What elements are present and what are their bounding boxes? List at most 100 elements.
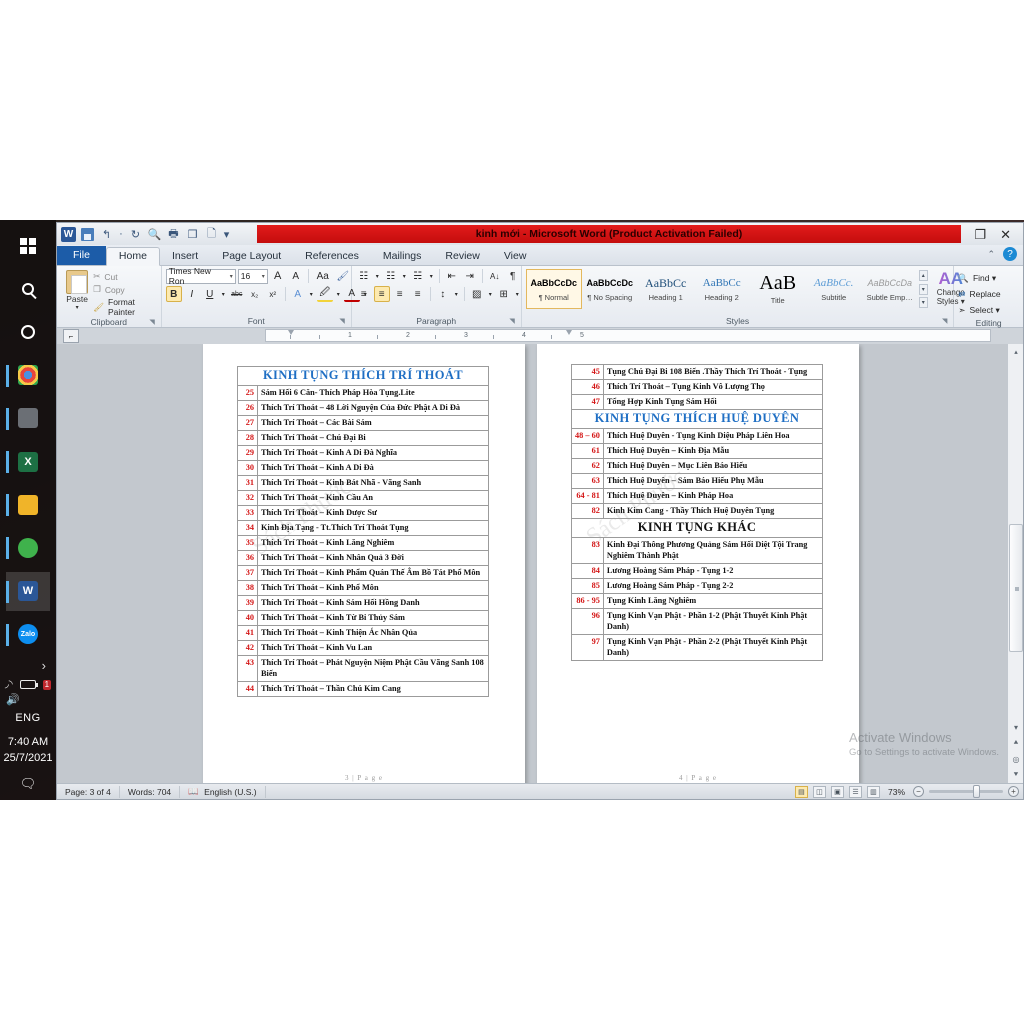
tab-file[interactable]: File <box>57 245 106 265</box>
left-indent-marker[interactable] <box>288 330 295 341</box>
table-row[interactable]: 46 Thích Trí Thoát – Tụng Kinh Vô Lượng T… <box>571 379 824 395</box>
zoom-out-button[interactable]: − <box>913 786 924 797</box>
borders-button[interactable]: ⊞ <box>496 286 512 302</box>
outline-view-button[interactable]: ☰ <box>848 785 862 798</box>
table-row[interactable]: 34 Kinh Địa Tạng - Tt.Thích Trí Thoát Tụn… <box>237 520 489 536</box>
highlight-button[interactable]: 🖉 <box>316 286 333 302</box>
table-row[interactable]: 48 – 60 Thích Huệ Duyên - Tụng Kinh Diệu … <box>571 428 824 444</box>
format-painter-button[interactable]: 🖌 Format Painter <box>93 297 157 317</box>
italic-button[interactable]: I <box>184 286 200 302</box>
tab-page-layout[interactable]: Page Layout <box>210 248 293 266</box>
clock-date[interactable]: 25/7/2021 <box>4 750 53 766</box>
style-title[interactable]: AaB Title <box>750 269 806 309</box>
decrease-indent-button[interactable]: ⇤ <box>444 268 460 284</box>
align-right-button[interactable]: ≡ <box>392 286 408 302</box>
search-icon[interactable] <box>6 269 50 308</box>
cortana-icon[interactable] <box>6 312 50 351</box>
coccoc-icon[interactable] <box>6 399 50 438</box>
underline-dropdown-icon[interactable]: ▾ <box>220 286 227 302</box>
bullets-dropdown-icon[interactable]: ▾ <box>374 268 381 284</box>
status-language[interactable]: English (U.S.) <box>204 787 256 797</box>
table-row[interactable]: 42 Thích Trí Thoát – Kinh Vu Lan <box>237 640 489 656</box>
unikey-icon[interactable] <box>6 528 50 567</box>
toc-table-right[interactable]: 45 Tụng Chú Đại Bi 108 Biến .Thầy Thích T… <box>571 364 824 661</box>
excel-icon[interactable]: X <box>6 442 50 481</box>
multilevel-dropdown-icon[interactable]: ▾ <box>428 268 435 284</box>
close-button[interactable]: ✕ <box>1000 228 1011 241</box>
horizontal-ruler[interactable]: 1 2 3 4 5 <box>265 329 991 342</box>
right-indent-marker[interactable] <box>566 330 573 341</box>
style-heading-2[interactable]: AaBbCc Heading 2 <box>694 269 750 309</box>
zoom-slider[interactable] <box>929 785 1003 798</box>
select-button[interactable]: ➣ Select ▾ <box>958 302 999 318</box>
style-normal[interactable]: AaBbCcDc ¶ Normal <box>525 269 582 309</box>
table-row[interactable]: 33 Thích Trí Thoát – Kinh Dược Sư <box>237 505 489 521</box>
file-explorer-icon[interactable] <box>6 485 50 524</box>
tab-view[interactable]: View <box>492 248 539 266</box>
notification-badge-icon[interactable]: 1 <box>42 679 52 690</box>
scroll-down-button[interactable]: ▾ <box>1008 719 1023 735</box>
table-row[interactable]: 63 Thích Huệ Duyên – Sám Báo Hiếu Phụ Mẫu <box>571 473 824 489</box>
minimize-ribbon-icon[interactable]: ⌃ <box>987 249 995 260</box>
table-row[interactable]: 45 Tụng Chú Đại Bi 108 Biến .Thầy Thích T… <box>571 364 824 380</box>
volume-icon[interactable]: 🔊 <box>0 693 20 706</box>
tab-mailings[interactable]: Mailings <box>371 248 434 266</box>
print-preview-icon[interactable]: 🔍 <box>146 226 163 243</box>
styles-more-icon[interactable]: ▾ <box>918 297 928 308</box>
clock-time[interactable]: 7:40 AM <box>4 734 53 750</box>
word-icon[interactable]: W <box>6 571 50 611</box>
start-button[interactable] <box>6 226 50 265</box>
bold-button[interactable]: B <box>165 286 182 302</box>
restore-button[interactable]: ❐ <box>974 228 986 241</box>
zoom-level-label[interactable]: 73% <box>885 787 908 797</box>
styles-scroll-down-icon[interactable]: ▾ <box>918 283 928 295</box>
scroll-up-button[interactable]: ▴ <box>1008 344 1023 359</box>
document-page-4[interactable]: Sách Phước 45 Tụng Chú Đại Bi 108 Biến .T… <box>537 344 859 783</box>
find-button[interactable]: 🔍 Find ▾ <box>958 270 996 286</box>
zoom-in-button[interactable]: + <box>1008 786 1019 797</box>
style-subtitle[interactable]: AaBbCc. Subtitle <box>806 269 862 309</box>
font-size-input[interactable]: 16 ▾ <box>237 268 268 284</box>
table-row[interactable]: 38 Thích Trí Thoát – Kinh Phổ Môn <box>237 580 489 596</box>
tray-expand-chevron[interactable]: › <box>42 658 56 673</box>
open-icon[interactable]: ❒ <box>184 226 201 243</box>
table-row[interactable]: 31 Thích Trí Thoát – Kinh Bát Nhã - Vãng … <box>237 475 489 491</box>
tab-stop-selector[interactable]: ⌐ <box>63 329 79 343</box>
undo-icon[interactable]: ↰ <box>98 226 115 243</box>
shrink-font-button[interactable]: A <box>288 268 304 284</box>
table-row[interactable]: 62 Thích Huệ Duyên – Mục Liên Báo Hiếu <box>571 458 824 474</box>
style-no-spacing[interactable]: AaBbCcDc ¶ No Spacing <box>582 269 638 309</box>
table-row[interactable]: 26 Thích Trí Thoát – 48 Lời Nguyện Của Đứ… <box>237 400 489 416</box>
highlight-dropdown-icon[interactable]: ▾ <box>335 286 342 302</box>
style-subtle-emphasis[interactable]: AaBbCcDa Subtle Emp… <box>862 269 918 309</box>
tab-review[interactable]: Review <box>433 248 491 266</box>
style-heading-1[interactable]: AaBbCc Heading 1 <box>638 269 694 309</box>
table-row[interactable]: 29 Thích Trí Thoát – Kinh A Di Đà Nghĩa <box>237 445 489 461</box>
table-row[interactable]: 35 Thích Trí Thoát – Kinh Lăng Nghiêm <box>237 535 489 551</box>
table-row[interactable]: 39 Thích Trí Thoát – Kinh Sám Hối Hồng Da… <box>237 595 489 611</box>
undo-dropdown-icon[interactable]: · <box>117 226 125 243</box>
bullets-button[interactable]: ☷ <box>356 268 372 284</box>
table-row[interactable]: 27 Thích Trí Thoát – Các Bài Sám <box>237 415 489 431</box>
document-canvas[interactable]: Sách Phước KINH TỤNG THÍCH TRÍ THOÁT 25 S… <box>57 344 1023 783</box>
justify-button[interactable]: ≡ <box>410 286 426 302</box>
underline-button[interactable]: U <box>202 286 218 302</box>
table-row[interactable]: 85 Lương Hoàng Sám Pháp - Tụng 2-2 <box>571 578 824 594</box>
numbering-dropdown-icon[interactable]: ▾ <box>401 268 408 284</box>
multilevel-list-button[interactable]: ☵ <box>410 268 426 284</box>
grow-font-button[interactable]: A <box>270 268 286 284</box>
scrollbar-thumb[interactable] <box>1009 524 1023 652</box>
text-effects-button[interactable]: A <box>290 286 306 302</box>
styles-scroll-up-icon[interactable]: ▴ <box>918 270 928 281</box>
styles-dialog-launcher-icon[interactable]: ◥ <box>942 316 947 327</box>
table-row[interactable]: 44 Thích Trí Thoát – Thần Chú Kim Cang <box>237 681 489 697</box>
clear-formatting-icon[interactable]: 🖌 <box>335 268 351 284</box>
chrome-icon[interactable] <box>6 356 50 395</box>
table-row[interactable]: 83 Kinh Đại Thông Phương Quảng Sám Hối Di… <box>571 537 824 564</box>
zoom-slider-thumb[interactable] <box>973 785 980 798</box>
quick-print-icon[interactable]: 🖶 <box>165 226 182 243</box>
table-row[interactable]: 61 Thích Huệ Duyên – Kinh Địa Mẫu <box>571 443 824 459</box>
customize-qat-icon[interactable]: ▾ <box>222 226 231 243</box>
font-name-input[interactable]: Times New Ron ▾ <box>165 266 236 286</box>
zalo-icon[interactable]: Zalo <box>6 615 50 654</box>
